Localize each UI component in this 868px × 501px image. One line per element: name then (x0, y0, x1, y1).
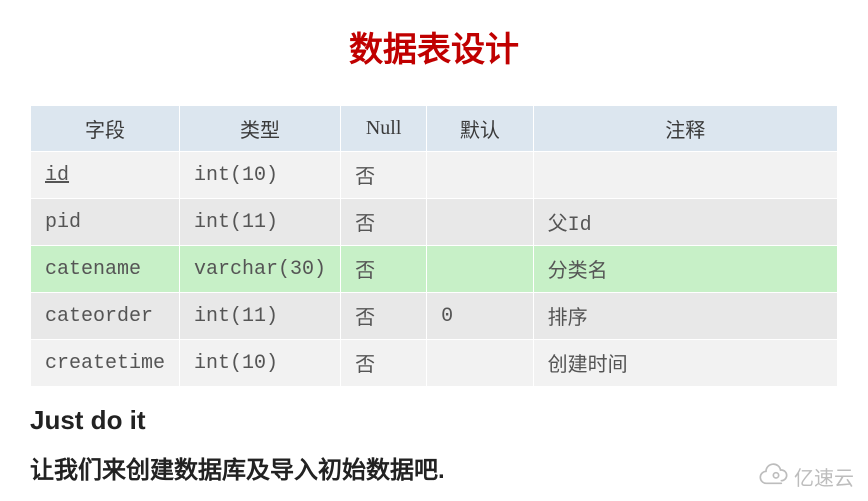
cell-default (427, 246, 533, 293)
cell-type: int(10) (180, 152, 341, 199)
cell-field: createtime (31, 340, 180, 387)
cell-default (427, 152, 533, 199)
cell-field: cateorder (31, 293, 180, 340)
cell-null: 否 (341, 199, 427, 246)
cell-comment: 排序 (533, 293, 837, 340)
th-field: 字段 (31, 106, 180, 152)
cell-field: id (31, 152, 180, 199)
cell-default (427, 199, 533, 246)
th-null: Null (341, 106, 427, 152)
subtitle: Just do it (0, 387, 868, 444)
table-row: idint(10)否 (31, 152, 838, 199)
table-container: 字段 类型 Null 默认 注释 idint(10)否pidint(11)否父I… (0, 105, 868, 387)
body-text: 让我们来创建数据库及导入初始数据吧. (0, 444, 868, 485)
page-title: 数据表设计 (0, 0, 868, 105)
watermark: 亿速云 (756, 462, 854, 491)
cell-null: 否 (341, 246, 427, 293)
cell-type: int(11) (180, 293, 341, 340)
table-row: catenamevarchar(30)否 分类名 (31, 246, 838, 293)
th-default: 默认 (427, 106, 533, 152)
cell-comment: 父Id (533, 199, 837, 246)
table-row: createtimeint(10)否 创建时间 (31, 340, 838, 387)
cell-type: varchar(30) (180, 246, 341, 293)
cloud-icon (756, 463, 788, 491)
cell-field: catename (31, 246, 180, 293)
cell-comment (533, 152, 837, 199)
cell-field: pid (31, 199, 180, 246)
cell-null: 否 (341, 293, 427, 340)
watermark-text: 亿速云 (794, 462, 854, 491)
cell-comment: 创建时间 (533, 340, 837, 387)
table-row: cateorderint(11)否0排序 (31, 293, 838, 340)
th-type: 类型 (180, 106, 341, 152)
table-row: pidint(11)否 父Id (31, 199, 838, 246)
th-comment: 注释 (533, 106, 837, 152)
cell-comment: 分类名 (533, 246, 837, 293)
schema-table: 字段 类型 Null 默认 注释 idint(10)否pidint(11)否父I… (30, 105, 838, 387)
table-header-row: 字段 类型 Null 默认 注释 (31, 106, 838, 152)
cell-default (427, 340, 533, 387)
cell-default: 0 (427, 293, 533, 340)
table-body: idint(10)否pidint(11)否父Idcatenamevarchar(… (31, 152, 838, 387)
cell-null: 否 (341, 340, 427, 387)
cell-null: 否 (341, 152, 427, 199)
cell-type: int(10) (180, 340, 341, 387)
cell-type: int(11) (180, 199, 341, 246)
